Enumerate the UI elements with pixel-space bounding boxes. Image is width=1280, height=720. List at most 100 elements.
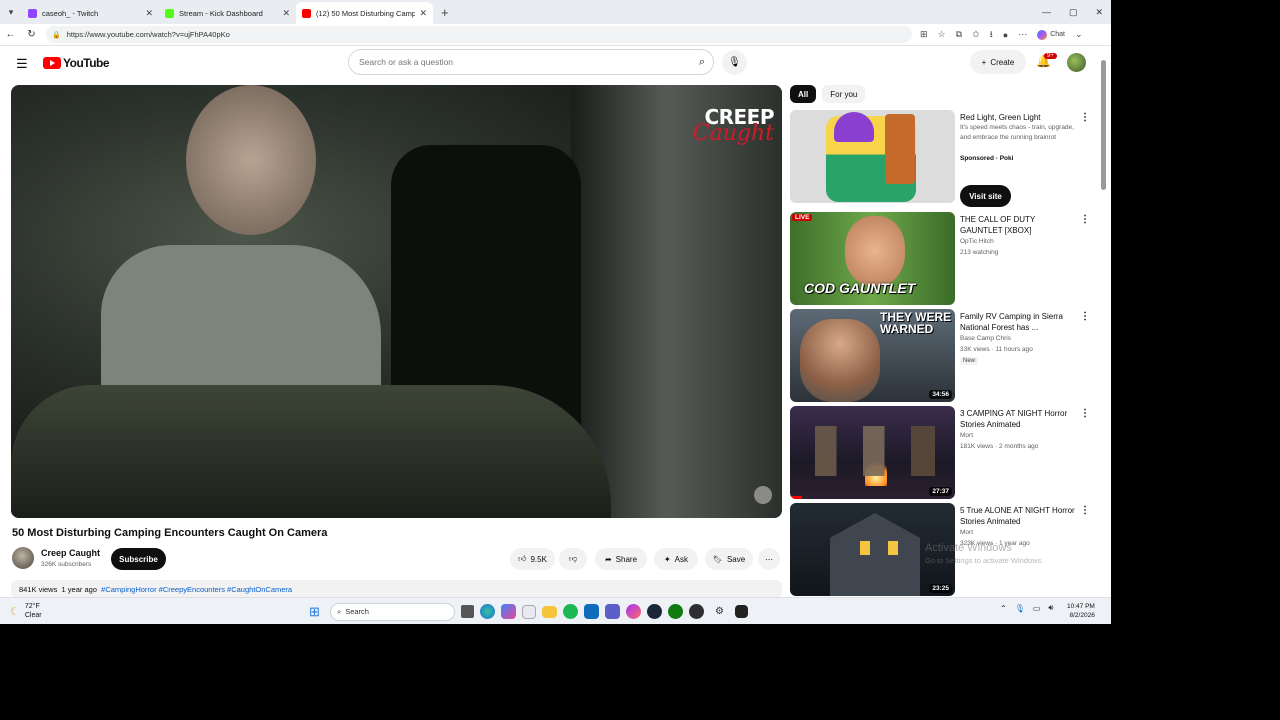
back-icon[interactable]: ← bbox=[0, 29, 21, 40]
downloads-icon[interactable]: ⭳ bbox=[990, 27, 993, 43]
more-vertical-icon[interactable]: ⋮ bbox=[1080, 311, 1090, 322]
hashtags[interactable]: #CampingHorror #CreepyEncounters #Caught… bbox=[101, 585, 292, 594]
description-box[interactable]: 841K views 1 year ago #CampingHorror #Cr… bbox=[11, 580, 782, 598]
close-tab-icon[interactable]: ✕ bbox=[419, 8, 427, 19]
recommendation-item[interactable]: THEY WERE WARNED 34:56 Family RV Camping… bbox=[790, 309, 1090, 402]
rec-title[interactable]: Family RV Camping in Sierra National For… bbox=[960, 311, 1078, 333]
refresh-icon[interactable]: ↻ bbox=[21, 29, 42, 40]
rec-title[interactable]: 5 True ALONE AT NIGHT Horror Stories Ani… bbox=[960, 505, 1078, 527]
chevron-down-icon[interactable]: ⌄ bbox=[1075, 29, 1083, 40]
maximize-icon[interactable]: ▢ bbox=[1069, 7, 1078, 18]
rec-thumbnail[interactable]: 27:37 bbox=[790, 406, 955, 499]
minimize-icon[interactable]: — bbox=[1042, 7, 1051, 17]
more-actions-button[interactable]: ⋯ bbox=[758, 548, 780, 570]
file-explorer-icon[interactable] bbox=[542, 605, 557, 618]
rec-thumbnail[interactable]: COD GAUNTLET LIVE bbox=[790, 212, 955, 305]
thumbs-down-icon: 👎︎ bbox=[568, 554, 578, 563]
share-button[interactable]: ➦ Share bbox=[595, 548, 647, 570]
rec-channel[interactable]: Base Camp Chris bbox=[960, 334, 1078, 344]
tab-kick[interactable]: Stream - Kick Dashboard ✕ bbox=[159, 2, 296, 24]
teams-icon[interactable] bbox=[605, 604, 620, 619]
start-windows-icon[interactable]: ⊞ bbox=[305, 602, 324, 621]
tab-youtube[interactable]: (12) 50 Most Disturbing Camp ✕ bbox=[296, 2, 433, 24]
rec-channel[interactable]: Mort bbox=[960, 528, 1078, 538]
share-label: Share bbox=[615, 554, 638, 564]
address-bar[interactable]: 🔒 https://www.youtube.com/watch?v=ujFhPA… bbox=[46, 26, 912, 43]
close-window-icon[interactable]: ✕ bbox=[1095, 7, 1103, 18]
messenger-icon[interactable] bbox=[626, 604, 641, 619]
weather-widget[interactable]: ☾ 72°F Clear bbox=[10, 602, 42, 620]
youtube-logo[interactable]: YouTube bbox=[43, 56, 110, 70]
video-player[interactable]: CREEP Caught bbox=[11, 85, 782, 518]
more-vertical-icon[interactable]: ⋮ bbox=[1080, 112, 1090, 123]
more-vertical-icon[interactable]: ⋮ bbox=[1080, 505, 1090, 516]
chevron-up-icon[interactable]: ⌃ bbox=[1000, 604, 1007, 613]
chip-all[interactable]: All bbox=[790, 85, 817, 103]
menu-icon[interactable]: ☰ bbox=[16, 56, 28, 72]
rec-title[interactable]: 3 CAMPING AT NIGHT Horror Stories Animat… bbox=[960, 408, 1078, 430]
save-button[interactable]: 🔖︎ Save bbox=[705, 548, 753, 570]
upload-age: 1 year ago bbox=[61, 585, 97, 594]
task-view-icon[interactable] bbox=[461, 605, 474, 618]
apps-icon[interactable]: ⊞ bbox=[920, 29, 928, 40]
app-icon[interactable] bbox=[735, 605, 748, 618]
tab-actions-icon[interactable]: ▾ bbox=[0, 0, 22, 24]
system-clock[interactable]: 10:47 PM 8/2/2026 bbox=[1067, 602, 1095, 620]
more-vertical-icon[interactable]: ⋮ bbox=[1080, 408, 1090, 419]
channel-avatar[interactable] bbox=[12, 547, 34, 569]
channel-name[interactable]: Creep Caught bbox=[41, 548, 100, 558]
settings-gear-icon[interactable]: ⚙ bbox=[710, 602, 729, 621]
xbox-icon[interactable] bbox=[668, 604, 683, 619]
volume-icon[interactable]: 🔊︎ bbox=[1048, 603, 1053, 613]
favorite-star-icon[interactable]: ☆ bbox=[938, 29, 946, 40]
rec-thumbnail[interactable]: THEY WERE WARNED 34:56 bbox=[790, 309, 955, 402]
create-button[interactable]: + Create bbox=[970, 50, 1026, 74]
search-icon[interactable]: ⌕ bbox=[699, 56, 705, 69]
taskbar-search[interactable]: ⌕ Search bbox=[330, 602, 455, 621]
rec-title[interactable]: THE CALL OF DUTY GAUNTLET [XBOX] bbox=[960, 214, 1078, 236]
network-icon[interactable]: ▭ bbox=[1033, 604, 1041, 613]
new-tab-icon[interactable]: + bbox=[441, 5, 449, 20]
chat-button[interactable]: Chat bbox=[1037, 29, 1065, 40]
subscribe-button[interactable]: Subscribe bbox=[111, 548, 166, 570]
branding-avatar-icon[interactable] bbox=[754, 486, 772, 504]
more-icon[interactable]: ⋯ bbox=[1018, 29, 1027, 40]
search-icon: ⌕ bbox=[337, 606, 342, 616]
more-vertical-icon[interactable]: ⋮ bbox=[1080, 214, 1090, 225]
spotify-icon[interactable] bbox=[563, 604, 578, 619]
page-scrollbar[interactable] bbox=[1101, 60, 1106, 190]
copilot-app-icon[interactable] bbox=[501, 604, 516, 619]
rec-channel[interactable]: OpTic Hitch bbox=[960, 237, 1078, 247]
dislike-button[interactable]: 👎︎ bbox=[559, 548, 587, 570]
recommendation-item[interactable]: 27:37 3 CAMPING AT NIGHT Horror Stories … bbox=[790, 406, 1090, 499]
profile-icon[interactable]: ● bbox=[1003, 30, 1008, 40]
outlook-icon[interactable] bbox=[584, 604, 599, 619]
extensions-icon[interactable]: ⧉ bbox=[956, 29, 962, 40]
lock-icon[interactable]: 🔒 bbox=[52, 31, 61, 39]
search-input[interactable] bbox=[359, 57, 679, 67]
search-box[interactable]: ⌕ bbox=[348, 49, 714, 75]
rec-channel[interactable]: Mort bbox=[960, 431, 1078, 441]
thumb-person bbox=[800, 319, 880, 402]
account-avatar[interactable] bbox=[1067, 53, 1086, 72]
voice-search-button[interactable]: 🎙 bbox=[722, 50, 747, 75]
microphone-tray-icon[interactable]: 🎙 bbox=[1015, 604, 1025, 613]
store-icon[interactable] bbox=[522, 604, 536, 619]
visit-site-button[interactable]: Visit site bbox=[960, 185, 1011, 207]
ask-button[interactable]: ✦ Ask bbox=[654, 548, 698, 570]
close-tab-icon[interactable]: ✕ bbox=[145, 8, 153, 19]
tab-twitch[interactable]: caseoh_ - Twitch ✕ bbox=[22, 2, 159, 24]
recommendation-item[interactable]: COD GAUNTLET LIVE THE CALL OF DUTY GAUNT… bbox=[790, 212, 1090, 305]
video-frame-person-head bbox=[186, 85, 316, 235]
favorites-icon[interactable]: ✩ bbox=[972, 29, 980, 40]
close-tab-icon[interactable]: ✕ bbox=[282, 8, 290, 19]
like-button[interactable]: 👍︎ 9.5K bbox=[510, 548, 555, 570]
ad-thumbnail[interactable] bbox=[790, 110, 955, 203]
clock-date: 8/2/2026 bbox=[1069, 612, 1095, 619]
chip-for-you[interactable]: For you bbox=[822, 85, 866, 103]
obs-icon[interactable] bbox=[689, 604, 704, 619]
edge-icon[interactable] bbox=[480, 604, 495, 619]
steam-icon[interactable] bbox=[647, 604, 662, 619]
recommendation-ad[interactable]: Red Light, Green Light It's speed meets … bbox=[790, 110, 1090, 207]
rec-title[interactable]: Red Light, Green Light bbox=[960, 112, 1078, 123]
